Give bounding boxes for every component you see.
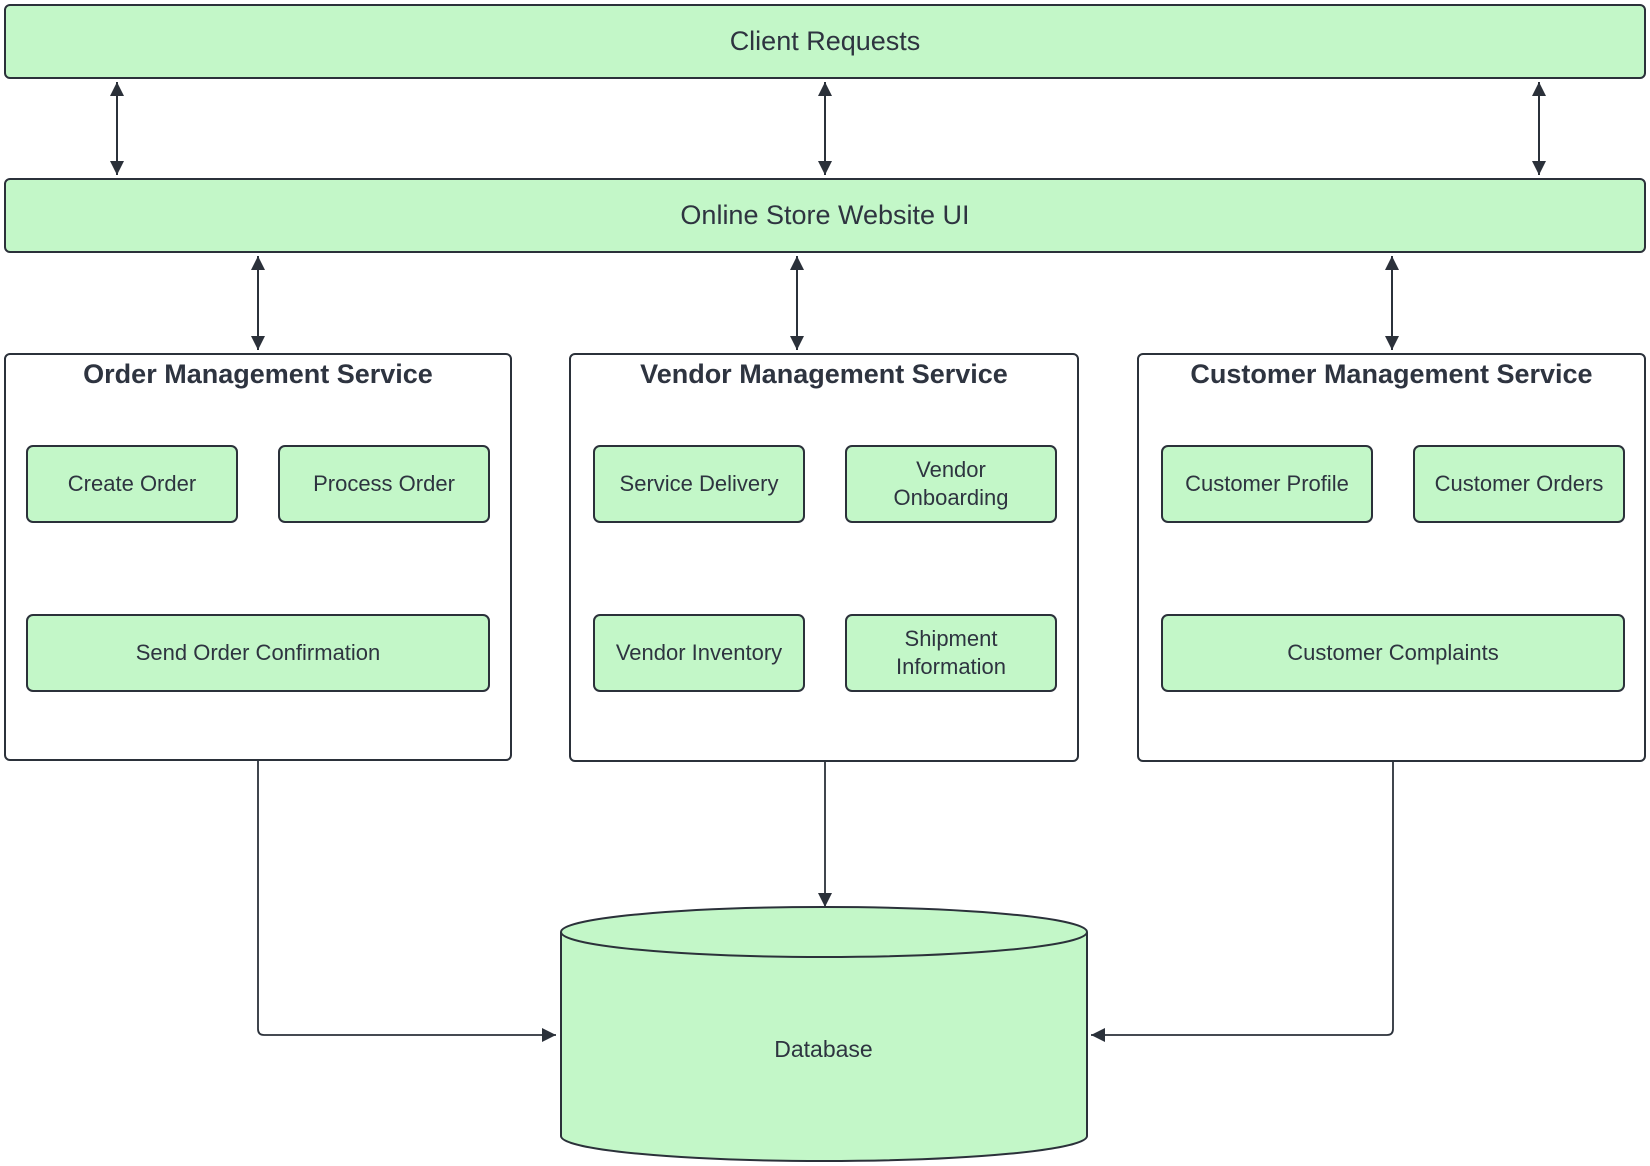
shipment-information-component: Shipment Information [845,614,1057,692]
database-cylinder [560,906,1088,1162]
customer-management-service: Customer Management Service Customer Pro… [1137,353,1646,762]
vendor-onboarding-component: Vendor Onboarding [845,445,1057,523]
client-requests-layer: Client Requests [4,4,1646,79]
online-store-ui-label: Online Store Website UI [680,200,970,230]
create-order-component: Create Order [26,445,238,523]
customer-orders-component: Customer Orders [1413,445,1625,523]
order-management-service: Order Management Service Create Order Pr… [4,353,512,761]
customer-profile-component: Customer Profile [1161,445,1373,523]
service-delivery-component: Service Delivery [593,445,805,523]
service-title: Customer Management Service [1190,359,1593,389]
client-requests-label: Client Requests [729,26,921,56]
service-title: Vendor Management Service [640,359,1008,389]
online-store-ui-layer: Online Store Website UI [4,178,1646,253]
arrow-customer-database [1091,762,1394,1042]
send-order-confirmation-component: Send Order Confirmation [26,614,490,692]
customer-complaints-component: Customer Complaints [1161,614,1625,692]
arrow-order-database [257,761,556,1042]
process-order-component: Process Order [278,445,490,523]
vendor-inventory-component: Vendor Inventory [593,614,805,692]
database-label: Database [774,1036,873,1062]
service-title: Order Management Service [83,359,433,389]
vendor-management-service: Vendor Management Service Service Delive… [569,353,1079,762]
